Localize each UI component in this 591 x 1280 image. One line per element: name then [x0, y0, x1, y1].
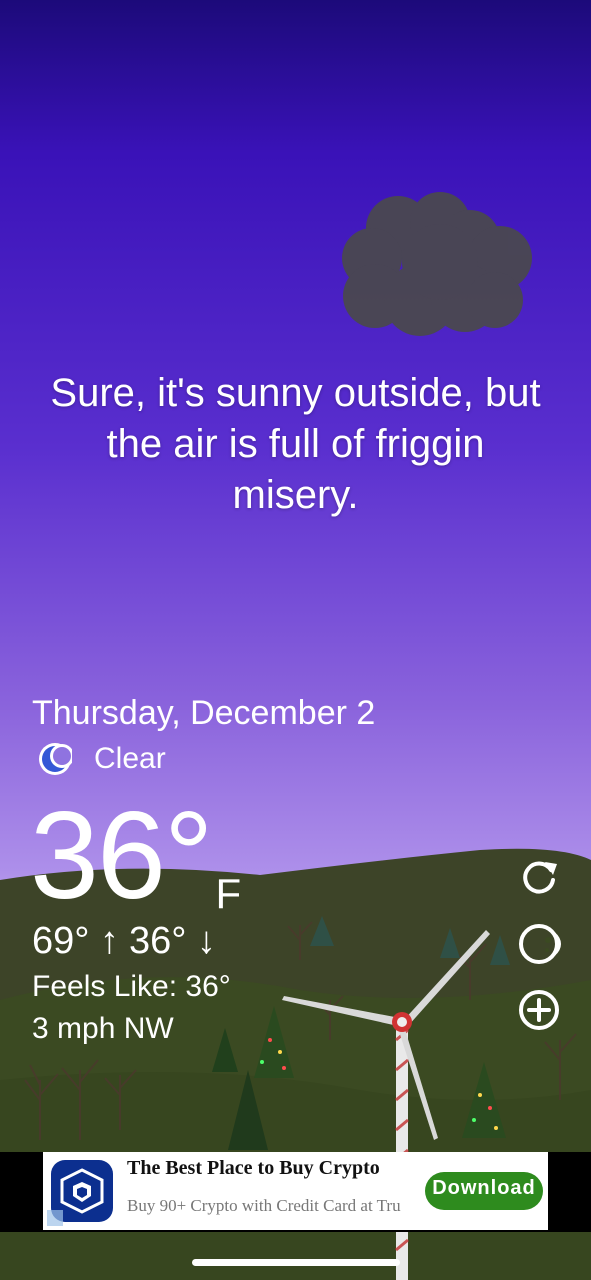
lion-shield-icon	[60, 1168, 104, 1214]
temperature-unit[interactable]: F	[216, 870, 242, 918]
forecast-date: Thursday, December 2	[32, 694, 376, 732]
cloud-icon	[342, 192, 532, 336]
ad-subtitle[interactable]: Buy 90+ Crypto with Credit Card at Tru	[127, 1196, 427, 1216]
refresh-icon	[523, 861, 557, 894]
high-low: 69° ↑ 36° ↓	[32, 920, 216, 963]
moon-icon	[39, 743, 72, 775]
weather-quote: Sure, it's sunny outside, but the air is…	[50, 371, 541, 517]
ad-choices-icon[interactable]	[47, 1210, 63, 1226]
high-temperature: 69° ↑	[32, 920, 120, 962]
current-temperature: 36° F	[30, 787, 242, 925]
ad-title[interactable]: The Best Place to Buy Crypto	[127, 1157, 380, 1180]
weather-scene	[0, 192, 591, 1280]
moon-phase-icon	[519, 924, 561, 964]
ad-download-button[interactable]: Download	[425, 1172, 543, 1210]
add-location-icon	[519, 990, 559, 1030]
ad-banner[interactable]: The Best Place to Buy Crypto Buy 90+ Cry…	[43, 1152, 548, 1230]
feels-like: Feels Like: 36°	[32, 970, 231, 1003]
refresh-button[interactable]	[516, 855, 562, 901]
home-indicator[interactable]	[192, 1259, 400, 1266]
condition-label: Clear	[94, 742, 166, 775]
low-temperature: 36° ↓	[129, 920, 217, 962]
moon-phase-button[interactable]	[516, 921, 562, 967]
wind-speed: 3 mph NW	[32, 1012, 174, 1045]
add-location-button[interactable]	[516, 987, 562, 1033]
action-buttons	[516, 855, 562, 1033]
current-condition: Clear	[38, 742, 166, 776]
temperature-value: 36°	[30, 787, 214, 925]
